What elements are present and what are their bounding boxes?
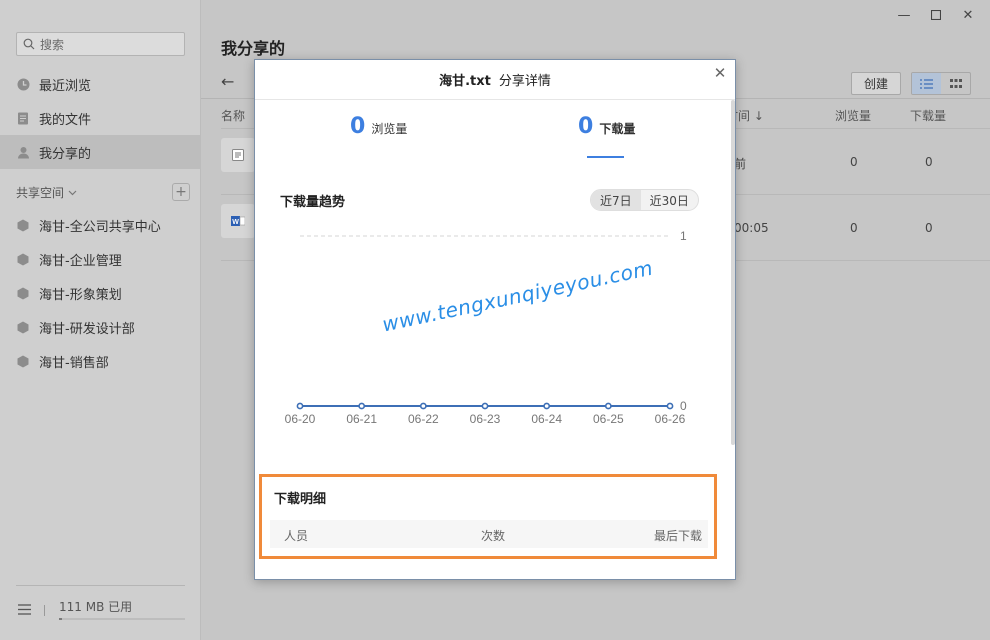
section-title: 共享空间 [16, 185, 65, 200]
minimize-icon[interactable]: — [888, 6, 920, 24]
space-item-label: 海甘-研发设计部 [39, 321, 135, 337]
clock-icon [16, 77, 30, 91]
word-file-icon: W [221, 204, 255, 238]
x-tick-label: 06-21 [346, 412, 377, 426]
tab-views[interactable]: 0 浏览量 [350, 114, 407, 139]
data-point [666, 402, 674, 410]
search-input[interactable]: 搜索 [16, 32, 185, 56]
column-header-downloads[interactable]: 下载量 [910, 107, 946, 124]
shared-space-header[interactable]: 共享空间 [16, 183, 192, 201]
views-count: 0 [350, 114, 366, 139]
create-button[interactable]: 创建 [851, 72, 901, 95]
x-tick-label: 06-22 [408, 412, 439, 426]
search-placeholder: 搜索 [40, 37, 65, 52]
data-point [419, 402, 427, 410]
scrollbar[interactable] [731, 100, 735, 445]
data-point [358, 402, 366, 410]
space-item-label: 海甘-形象策划 [39, 287, 122, 303]
x-tick-label: 06-25 [593, 412, 624, 426]
dialog-filename: 海甘.txt [439, 74, 491, 89]
row-downloads: 0 [925, 221, 933, 235]
row-views: 0 [850, 155, 858, 169]
space-item[interactable]: 海甘-研发设计部 [0, 310, 200, 344]
x-tick-label: 06-20 [285, 412, 316, 426]
nav-item-recent[interactable]: 最近浏览 [0, 67, 200, 101]
close-window-icon[interactable]: ✕ [952, 6, 984, 24]
cube-icon [16, 286, 30, 300]
detail-title: 下载明细 [274, 492, 327, 507]
cube-icon [16, 354, 30, 368]
row-time: 00:05 [734, 221, 769, 235]
row-views: 0 [850, 221, 858, 235]
nav-item-my-shared[interactable]: 我分享的 [0, 135, 200, 169]
column-header-last-download: 最后下载 [654, 529, 703, 543]
add-space-button[interactable]: + [172, 183, 190, 201]
share-details-dialog: 海甘.txt 分享详情 ✕ 0 浏览量 0 下载量 下载量趋势 近7日 近30日… [254, 59, 736, 580]
y-tick-label: 0 [680, 399, 687, 413]
y-tick-label: 1 [680, 229, 687, 243]
space-item-label: 海甘-销售部 [39, 355, 109, 371]
space-item-label: 海甘-全公司共享中心 [39, 219, 161, 235]
download-detail-section: 下载明细 人员 次数 最后下载 [259, 474, 717, 559]
nav-item-label: 最近浏览 [39, 78, 92, 94]
cube-icon [16, 320, 30, 334]
file-icon [16, 111, 30, 125]
hamburger-menu-icon[interactable] [18, 604, 31, 619]
x-tick-label: 06-23 [470, 412, 501, 426]
nav-item-my-files[interactable]: 我的文件 [0, 101, 200, 135]
maximize-icon[interactable] [920, 6, 952, 24]
column-header-person: 人员 [284, 529, 309, 543]
active-tab-indicator [587, 156, 624, 158]
range-7-days[interactable]: 近7日 [591, 190, 641, 210]
text-file-icon [221, 138, 255, 172]
search-icon [23, 38, 35, 50]
divider [44, 605, 45, 616]
space-item[interactable]: 海甘-销售部 [0, 344, 200, 378]
data-point [296, 402, 304, 410]
download-trend-chart: 1 0 06-20 06-21 06-22 06-23 06-24 06-25 06-26 [285, 229, 687, 426]
range-30-days[interactable]: 近30日 [641, 190, 698, 210]
data-point [481, 402, 489, 410]
trend-title: 下载量趋势 [280, 195, 346, 210]
downloads-count: 0 [578, 114, 594, 139]
data-point [604, 402, 612, 410]
close-icon[interactable]: ✕ [712, 64, 728, 82]
nav-item-label: 我分享的 [39, 146, 92, 162]
chevron-down-icon [68, 185, 77, 199]
space-item[interactable]: 海甘-形象策划 [0, 276, 200, 310]
downloads-label: 下载量 [599, 122, 636, 136]
tab-downloads[interactable]: 0 下载量 [578, 114, 635, 139]
sidebar: 搜索 最近浏览 我的文件 我分享的 共享空间 + 海甘-全公司共享中心 海甘-企… [0, 0, 201, 640]
x-tick-label: 06-26 [655, 412, 686, 426]
row-downloads: 0 [925, 155, 933, 169]
cube-icon [16, 252, 30, 266]
space-item[interactable]: 海甘-企业管理 [0, 242, 200, 276]
page-title: 我分享的 [221, 39, 286, 58]
person-icon [16, 145, 30, 159]
data-point [543, 402, 551, 410]
detail-table-header: 人员 次数 最后下载 [270, 520, 708, 548]
storage-bar-fill [59, 618, 62, 620]
dialog-header: 海甘.txt 分享详情 [255, 60, 735, 100]
dialog-title: 分享详情 [498, 74, 551, 89]
cube-icon [16, 218, 30, 232]
grid-view-icon[interactable] [941, 73, 970, 94]
storage-used: 111 MB 已用 [59, 600, 133, 614]
column-header-count: 次数 [481, 529, 506, 543]
nav-item-label: 我的文件 [39, 112, 92, 128]
view-toggle [911, 72, 971, 95]
window-controls: — ✕ [888, 6, 984, 24]
x-tick-label: 06-24 [531, 412, 562, 426]
back-arrow-icon[interactable]: ← [221, 72, 234, 91]
column-header-views[interactable]: 浏览量 [835, 107, 871, 124]
space-item[interactable]: 海甘-全公司共享中心 [0, 208, 200, 242]
storage-bar [59, 618, 185, 620]
views-label: 浏览量 [371, 122, 408, 136]
list-view-icon[interactable] [912, 73, 941, 94]
svg-text:W: W [232, 219, 239, 226]
space-item-label: 海甘-企业管理 [39, 253, 122, 269]
column-header-name[interactable]: 名称 [221, 107, 245, 124]
range-toggle: 近7日 近30日 [590, 189, 699, 211]
